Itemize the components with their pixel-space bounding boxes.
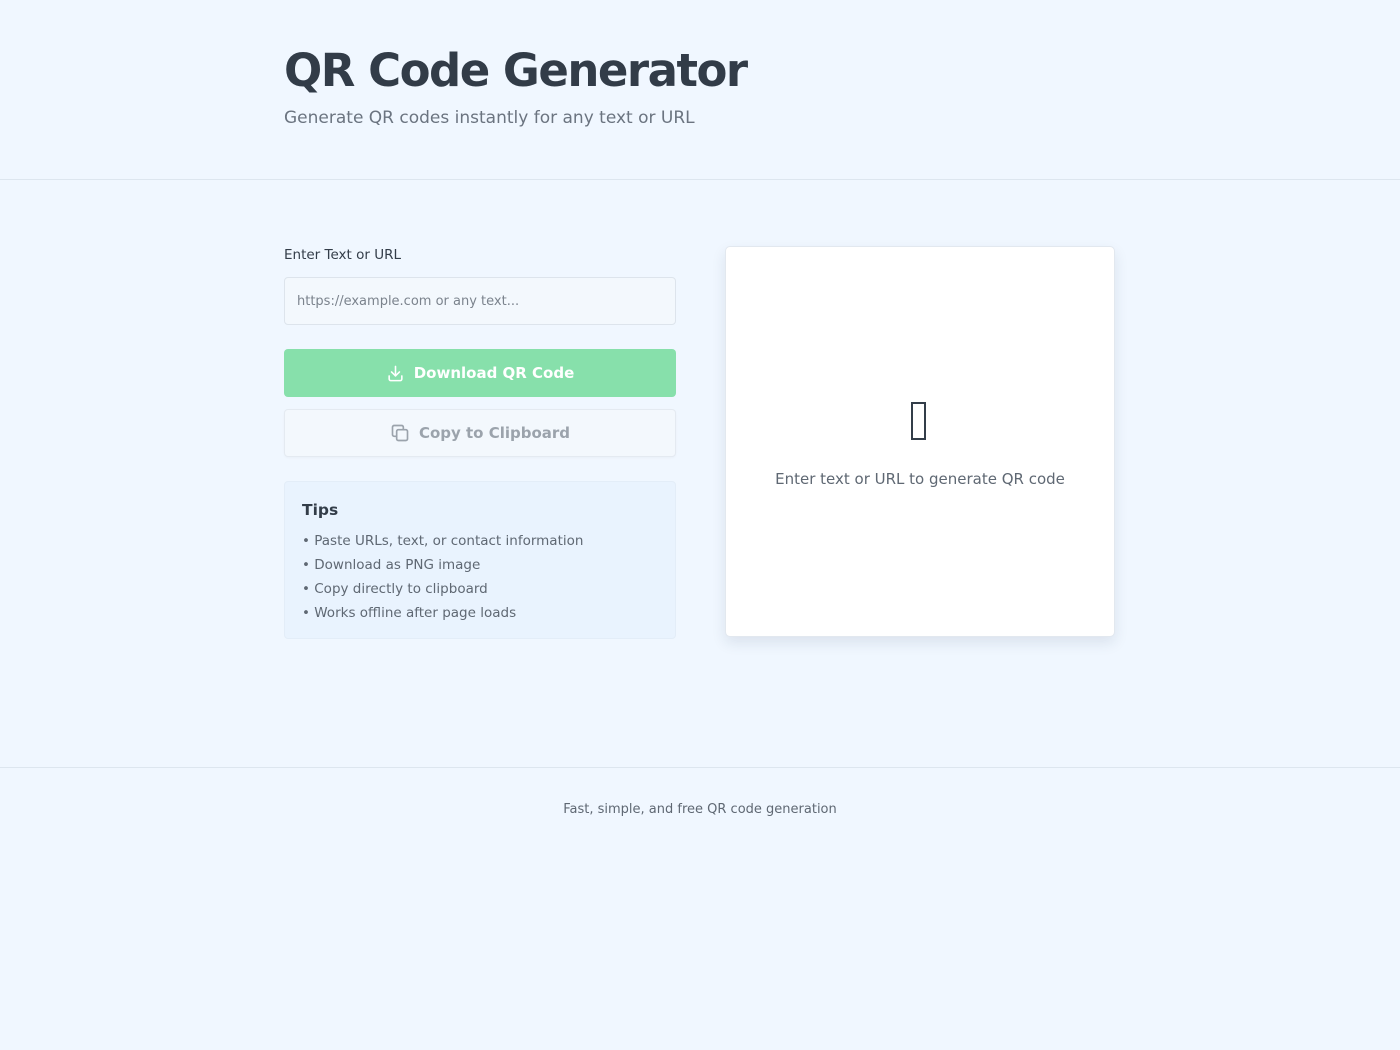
tip-item: • Download as PNG image	[302, 557, 481, 573]
text-url-input[interactable]	[284, 277, 676, 325]
download-icon	[386, 364, 405, 383]
page-subtitle: Generate QR codes instantly for any text…	[284, 108, 695, 128]
page-footer: Fast, simple, and free QR code generatio…	[0, 767, 1400, 817]
qr-placeholder-text: Enter text or URL to generate QR code	[775, 470, 1065, 488]
footer-text: Fast, simple, and free QR code generatio…	[563, 802, 837, 817]
input-label: Enter Text or URL	[284, 247, 402, 263]
qr-preview-card: Enter text or URL to generate QR code	[725, 246, 1115, 637]
tip-item: • Paste URLs, text, or contact informati…	[302, 533, 584, 549]
copy-to-clipboard-button[interactable]: Copy to Clipboard	[284, 409, 676, 457]
copy-icon	[390, 423, 410, 443]
download-button-label: Download QR Code	[413, 364, 575, 382]
page-header: QR Code Generator Generate QR codes inst…	[0, 0, 1400, 180]
tips-title: Tips	[302, 501, 339, 519]
qr-placeholder-icon	[911, 402, 926, 440]
tip-item: • Works offline after page loads	[302, 605, 517, 621]
tip-item: • Copy directly to clipboard	[302, 581, 488, 597]
page-title: QR Code Generator	[284, 44, 748, 97]
copy-button-label: Copy to Clipboard	[418, 424, 571, 442]
tips-panel: Tips • Paste URLs, text, or contact info…	[284, 481, 676, 639]
tips-list: • Paste URLs, text, or contact informati…	[302, 529, 658, 625]
download-qr-button[interactable]: Download QR Code	[284, 349, 676, 397]
